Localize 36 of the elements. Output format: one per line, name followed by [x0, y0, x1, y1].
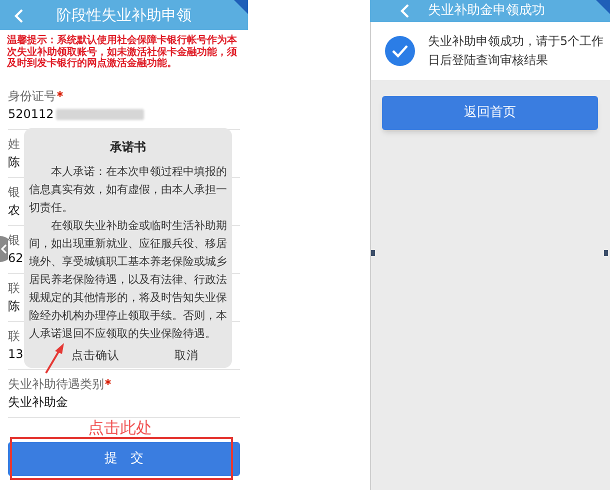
notice-text: 温馨提示：系统默认使用社会保障卡银行帐号作为本次失业补助领取账号，如未激活社保卡金融功能，须及时到发卡银行的网点激活金融功能。	[6, 33, 238, 71]
field-label: 银	[8, 233, 20, 248]
field-label: 姓	[8, 137, 20, 152]
field-label: 银	[8, 185, 20, 200]
success-message: 失业补助申领成功，请于5个工作	[428, 33, 604, 50]
back-icon[interactable]	[14, 9, 24, 23]
field-label: 身份证号	[8, 89, 56, 104]
dialog-paragraph: 本人承诺：在本次申领过程中填报的信息真实有效，如有虚假，由本人承担一切责任。	[29, 164, 227, 216]
check-icon	[385, 36, 415, 66]
field-value: 陈	[8, 155, 20, 170]
field-label: 联	[8, 329, 20, 344]
resize-handle[interactable]	[604, 250, 608, 256]
dialog-title: 承诺书	[110, 139, 146, 156]
corner-mark	[596, 0, 610, 14]
submit-button[interactable]: 提 交	[8, 442, 240, 476]
cancel-button[interactable]: 取消	[172, 346, 200, 364]
screen-title: 失业补助金申领成功	[428, 2, 545, 20]
success-message: 日后登陆查询审核结果	[428, 52, 549, 69]
field-value: 13	[8, 347, 24, 362]
back-icon[interactable]	[400, 4, 410, 18]
confirm-button[interactable]: 点击确认	[70, 346, 122, 364]
field-value: 62	[8, 251, 24, 266]
field-value: 520112	[8, 107, 54, 122]
home-button[interactable]: 返回首页	[382, 96, 598, 130]
corner-mark	[234, 0, 248, 14]
annotation-text: 点击此处	[88, 418, 152, 438]
field-label: 失业补助待遇类别	[8, 377, 104, 392]
dialog-paragraph: 在领取失业补助金或临时生活补助期间，如出现重新就业、应征服兵役、移居境外、享受城镇职工基本养老保险或城乡居民养老保险待遇，以及有法律、行政法规规定的其他情形的，将及时告知失业保险经办机构办理停止领取手续。否则，本人承诺退回不应领取的失业保险待遇。	[29, 218, 227, 342]
floating-button-icon[interactable]	[0, 236, 8, 262]
field-label: 联	[8, 281, 20, 296]
field-value: 陈	[8, 299, 20, 314]
resize-handle[interactable]	[371, 250, 375, 256]
screen-title: 阶段性失业补助申领	[56, 4, 192, 26]
field-value: 农	[8, 203, 20, 218]
field-value: 失业补助金	[8, 395, 68, 410]
annotation-arrow	[44, 342, 66, 374]
